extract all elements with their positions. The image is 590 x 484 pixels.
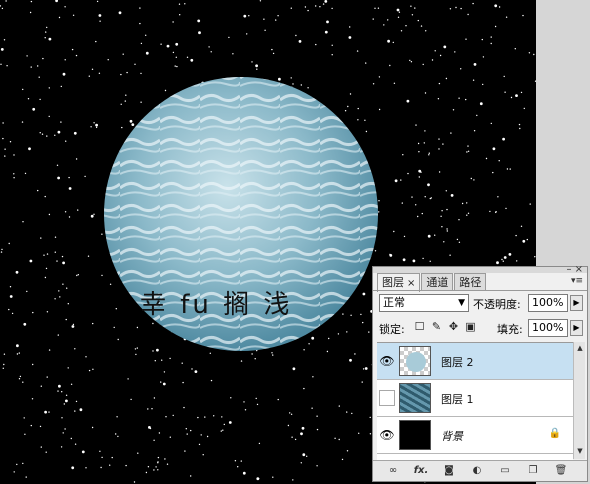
chevron-down-icon: ▼ [458,298,465,308]
lock-label: 锁定: [379,323,405,336]
tab-paths-label: 路径 [459,276,482,289]
layer-row-background[interactable]: 👁 背景 🔒 [377,417,573,454]
planet-text: 幸 fu 搁 浅 [140,290,293,320]
fx-icon[interactable]: fx. [413,464,429,478]
mask-icon[interactable]: ◙ [441,464,457,478]
fill-label: 填充: [497,323,523,336]
lock-move-icon[interactable]: ✥ [447,320,460,334]
scroll-down-icon[interactable]: ▼ [575,447,585,457]
trash-icon[interactable]: 🗑 [553,464,569,478]
opacity-slider-button[interactable]: ▶ [570,295,583,311]
lock-transparency-icon[interactable]: ☐ [413,320,426,334]
link-icon[interactable]: ∞ [385,464,401,478]
tab-close-icon[interactable]: × [407,278,415,289]
scroll-up-icon[interactable]: ▲ [575,344,585,354]
opacity-input[interactable]: 100% [528,294,568,312]
panel-menu-icon[interactable]: ▾≡ [571,276,583,286]
layer-thumbnail [399,383,431,413]
eye-icon[interactable]: 👁 [379,353,395,369]
blend-mode-value: 正常 [383,296,405,309]
lock-brush-icon[interactable]: ✎ [430,320,443,334]
opacity-label: 不透明度: [473,298,521,311]
layer-name[interactable]: 背景 [441,428,463,444]
panel-close-icon[interactable]: – × [566,264,583,275]
eye-icon[interactable]: 👁 [379,427,395,443]
layer-row-layer2[interactable]: 👁 图层 2 [377,343,573,380]
lock-icon: 🔒 [548,428,561,439]
layer-row-layer1[interactable]: 图层 1 [377,380,573,417]
blend-mode-select[interactable]: 正常 ▼ [379,294,469,312]
tab-paths[interactable]: 路径 [454,273,487,291]
fill-input[interactable]: 100% [528,319,568,337]
layers-list: 👁 图层 2 图层 1 👁 背景 🔒 [377,342,573,460]
panel-tabs: 图层 × 通道 路径 [377,273,487,292]
tab-channels[interactable]: 通道 [421,273,454,291]
folder-icon[interactable]: ▭ [497,464,513,478]
layers-scrollbar[interactable]: ▲ ▼ [573,342,585,459]
layers-panel: – × 图层 × 通道 路径 ▾≡ 正常 ▼ 不透明度: 100% ▶ 锁定: ☐… [372,264,588,482]
layer-thumbnail [399,420,431,450]
new-layer-icon[interactable]: ❐ [525,464,541,478]
tab-divider [373,290,587,291]
layer-thumbnail [399,346,431,376]
tab-layers-label: 图层 [382,276,404,289]
layer-name[interactable]: 图层 2 [441,354,474,370]
fill-slider-button[interactable]: ▶ [570,320,583,336]
workspace-background [536,0,590,268]
lock-all-icon[interactable]: ▣ [464,320,477,334]
panel-bottom-bar: ∞ fx. ◙ ◐ ▭ ❐ 🗑 [373,460,587,481]
adjustment-icon[interactable]: ◐ [469,464,485,478]
tab-channels-label: 通道 [426,276,449,289]
layer-name[interactable]: 图层 1 [441,391,474,407]
visibility-toggle[interactable] [379,390,395,406]
